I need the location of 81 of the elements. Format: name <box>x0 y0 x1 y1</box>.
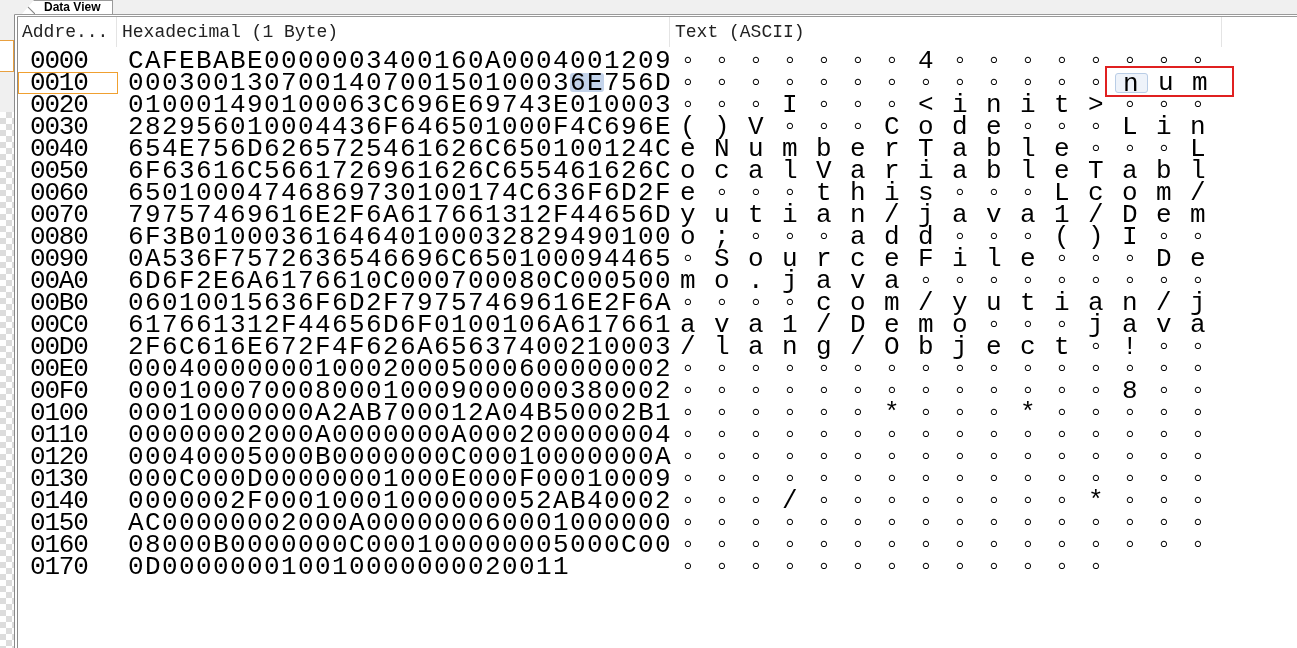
ascii-text: y u t i a n / j a v a 1 / D e m <box>680 204 1208 226</box>
address-cell-text: 0130 <box>29 468 89 490</box>
ascii-text: ◦ ◦ ◦ ◦ ◦ ◦ ◦ ◦ ◦ ◦ ◦ ◦ ◦ ◦ ◦ ◦ <box>680 446 1208 468</box>
address-cell-text: 0000 <box>29 50 89 72</box>
ascii-text: a v a 1 / D e m o ◦ ◦ ◦ j a v a <box>680 314 1208 336</box>
ascii-text: ◦ ◦ ◦ ◦ ◦ ◦ ◦ ◦ ◦ ◦ ◦ ◦ ◦ ◦ ◦ ◦ <box>680 424 1208 446</box>
hex-bytes: 79757469616E2F6A617661312F44656D <box>128 204 673 226</box>
side-field[interactable] <box>0 40 14 72</box>
hex-bytes: 000C000D00000001000E000F00010009 <box>128 468 673 490</box>
ascii-text: o ; ◦ ◦ ◦ a d d ◦ ◦ ◦ ( ) I ◦ ◦ <box>680 226 1208 248</box>
address-cell-text: 00C0 <box>29 314 89 336</box>
ascii-text: ◦ ◦ ◦ ◦ ◦ ◦ ◦ ◦ ◦ ◦ ◦ ◦ ◦ 8 ◦ ◦ <box>680 380 1208 402</box>
hex-bytes: 6F3B0100036164640100032829490100 <box>128 226 673 248</box>
hex-bytes: 6F63616C5661726961626C655461626C <box>128 160 673 182</box>
address-cell-text: 0050 <box>29 160 89 182</box>
hex-bytes: 00040000000100020005000600000002 <box>128 358 673 380</box>
hex-bytes: AC00000002000A000000060001000000 <box>128 512 673 534</box>
hex-bytes: 617661312F44656D6F0100106A617661 <box>128 314 673 336</box>
address-cell-text: 0110 <box>29 424 89 446</box>
hex-bytes: 0D000000010010000000020011 <box>128 556 571 578</box>
tab[interactable]: Data View <box>22 0 114 14</box>
hex-bytes: 00010000000A2AB700012A04B50002B1 <box>128 402 673 424</box>
address-cell: 0010 <box>18 72 118 94</box>
ascii-text: ◦ ◦ ◦ ◦ ◦ ◦ ◦ ◦ ◦ ◦ ◦ ◦ ◦ ◦ ◦ ◦ <box>680 358 1208 380</box>
ascii-text: ◦ ◦ ◦ ◦ ◦ ◦ ◦ 4 ◦ ◦ ◦ ◦ ◦ ◦ ◦ ◦ <box>680 50 1208 72</box>
ascii-text: m o . j a v a ◦ ◦ ◦ ◦ ◦ ◦ ◦ ◦ ◦ <box>680 270 1208 292</box>
ascii-text: ◦ ◦ ◦ ◦ ◦ ◦ ◦ ◦ ◦ ◦ ◦ ◦ ◦ ◦ ◦ ◦ <box>680 512 1208 534</box>
selected-char: n <box>1115 73 1149 93</box>
ascii-text: o c a l V a r i a b l e T a b l <box>680 160 1208 182</box>
ascii-text: ( ) V ◦ ◦ ◦ C o d e ◦ ◦ ◦ L i n <box>680 116 1208 138</box>
address-cell-text: 0170 <box>29 556 89 578</box>
address-cell-text: 0140 <box>29 490 89 512</box>
hex-bytes: 6D6F2E6A6176610C000700080C000500 <box>128 270 673 292</box>
hex-bytes: 0000002F00010001000000052AB40002 <box>128 490 673 512</box>
ascii-text: ◦ ◦ ◦ ◦ c o m / y u t i a n / j <box>680 292 1208 314</box>
ascii-text: ◦ ◦ ◦ ◦ ◦ ◦ ◦ ◦ ◦ ◦ ◦ ◦ ◦ <box>680 72 1106 94</box>
hex-bytes: 00000002000A0000000A000200000004 <box>128 424 673 446</box>
address-cell-text: 0150 <box>29 512 89 534</box>
column-header: Text (ASCII) <box>670 17 1222 47</box>
address-cell-text: 0060 <box>29 182 89 204</box>
address-cell-text: 0080 <box>29 226 89 248</box>
address-cell-text: 0160 <box>29 534 89 556</box>
address-cell-text: 00B0 <box>29 292 89 314</box>
address-cell-text: 00E0 <box>29 358 89 380</box>
ascii-text: ◦ S o u r c e F i l e ◦ ◦ ◦ D e <box>680 248 1208 270</box>
column-header: Hexadecimal (1 Byte) <box>117 17 670 47</box>
address-cell-text: 0100 <box>29 402 89 424</box>
hex-bytes: 00030013070014070015010003 <box>128 72 571 94</box>
hex-bytes: CAFEBABE0000003400160A0004001209 <box>128 50 673 72</box>
address-cell-text: 0040 <box>29 138 89 160</box>
hex-bytes: 08000B0000000C000100000005000C00 <box>128 534 673 556</box>
hex-bytes: 00040005000B0000000C00010000000A <box>128 446 673 468</box>
ascii-text: ◦ ◦ ◦ ◦ ◦ ◦ ◦ ◦ ◦ ◦ ◦ ◦ ◦ <box>680 556 1106 578</box>
hex-bytes: 0A536F7572636546696C650100094465 <box>128 248 673 270</box>
hex-bytes: 65010004746869730100174C636F6D2F <box>128 182 673 204</box>
selected-byte: 6E <box>570 73 605 92</box>
address-cell-text: 0020 <box>29 94 89 116</box>
ascii-text: ◦ ◦ ◦ ◦ ◦ ◦ ◦ ◦ ◦ ◦ ◦ ◦ ◦ ◦ ◦ ◦ <box>680 468 1208 490</box>
address-cell-text: 0070 <box>29 204 89 226</box>
ascii-text: ◦ ◦ ◦ ◦ ◦ ◦ * ◦ ◦ ◦ * ◦ ◦ ◦ ◦ ◦ <box>680 402 1208 424</box>
address-cell-text: 0090 <box>29 248 89 270</box>
address-cell-text: 00F0 <box>29 380 89 402</box>
hex-bytes: 654E756D6265725461626C650100124C <box>128 138 673 160</box>
ascii-text: e ◦ ◦ ◦ t h i s ◦ ◦ ◦ L c o m / <box>680 182 1208 204</box>
address-cell-text: 0120 <box>29 446 89 468</box>
hex-bytes: 2F6C616E672F4F626A65637400210003 <box>128 336 673 358</box>
address-cell-text: 0030 <box>29 116 89 138</box>
address-cell-text: 00A0 <box>29 270 89 292</box>
hex-bytes: 756D <box>604 72 673 94</box>
address-cell-text: 00D0 <box>29 336 89 358</box>
ascii-text: ◦ ◦ ◦ I ◦ ◦ ◦ < i n i t > ◦ ◦ ◦ <box>680 94 1208 116</box>
ascii-text: u m <box>1158 72 1210 94</box>
hex-bytes: 00010007000800010009000000380002 <box>128 380 673 402</box>
ascii-text: ◦ ◦ ◦ / ◦ ◦ ◦ ◦ ◦ ◦ ◦ ◦ * ◦ ◦ ◦ <box>680 490 1208 512</box>
ascii-text: / l a n g / O b j e c t ◦ ! ◦ ◦ <box>680 336 1208 358</box>
hex-bytes: 06010015636F6D2F79757469616E2F6A <box>128 292 673 314</box>
ascii-text: e N u m b e r T a b l e ◦ ◦ ◦ L <box>680 138 1208 160</box>
column-header: Addre... <box>18 17 117 47</box>
hex-bytes: 282956010004436F646501000F4C696E <box>128 116 673 138</box>
ascii-text: ◦ ◦ ◦ ◦ ◦ ◦ ◦ ◦ ◦ ◦ ◦ ◦ ◦ ◦ ◦ ◦ <box>680 534 1208 556</box>
hex-bytes: 010001490100063C696E69743E010003 <box>128 94 673 116</box>
